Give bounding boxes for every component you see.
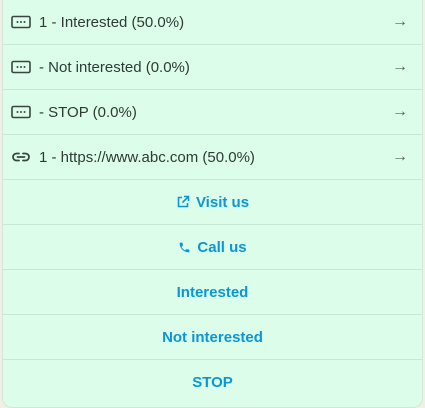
phone-icon [178, 241, 191, 254]
call-us-button[interactable]: Call us [3, 225, 422, 270]
stat-row-not-interested[interactable]: - Not interested (0.0%) → [3, 45, 422, 90]
stat-row-stop[interactable]: - STOP (0.0%) → [3, 90, 422, 135]
interested-button[interactable]: Interested [3, 270, 422, 315]
link-icon [11, 147, 35, 167]
arrow-right-icon: → [392, 13, 408, 30]
arrow-right-icon: → [392, 148, 408, 165]
message-icon [11, 12, 35, 32]
stop-button[interactable]: STOP [3, 360, 422, 405]
message-icon [11, 57, 35, 77]
external-link-icon [176, 195, 190, 209]
visit-us-label: Visit us [195, 193, 250, 211]
stat-label: 1 - Interested (50.0%) [39, 13, 185, 31]
stat-row-interested[interactable]: 1 - Interested (50.0%) → [3, 0, 422, 45]
message-icon [11, 102, 35, 122]
arrow-right-icon: → [392, 58, 408, 75]
not-interested-label: Not interested [162, 328, 263, 346]
call-us-label: Call us [197, 238, 247, 256]
stat-label: 1 - https://www.abc.com (50.0%) [39, 148, 255, 166]
stop-label: STOP [192, 374, 233, 391]
arrow-right-icon: → [392, 103, 408, 120]
stat-label: - STOP (0.0%) [39, 103, 137, 121]
stat-label: - Not interested (0.0%) [39, 58, 190, 76]
reply-stats-panel: 1 - Interested (50.0%) → - Not intereste… [2, 0, 423, 408]
not-interested-button[interactable]: Not interested [3, 315, 422, 360]
visit-us-button[interactable]: Visit us [3, 180, 422, 225]
interested-label: Interested [176, 283, 249, 301]
stat-row-link[interactable]: 1 - https://www.abc.com (50.0%) → [3, 135, 422, 180]
